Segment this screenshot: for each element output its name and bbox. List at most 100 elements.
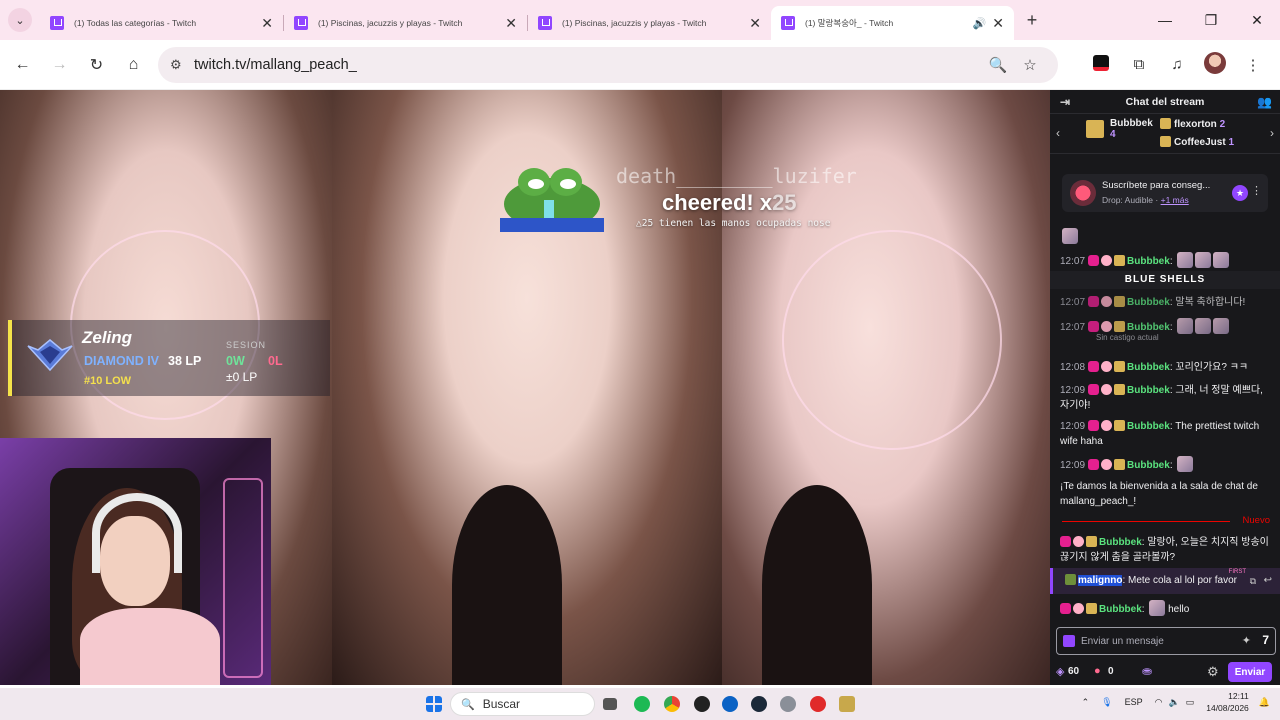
notification-bell-icon[interactable]: 🔔 [1259, 697, 1270, 708]
chat-emote-line [1060, 228, 1272, 245]
emote-picker-icon[interactable]: 7 [1262, 633, 1269, 647]
gifter-name: CoffeeJust [1174, 137, 1226, 148]
more-options-icon[interactable]: ⋮ [1251, 184, 1262, 197]
chat-input-box[interactable]: ✦ 7 [1056, 627, 1276, 655]
extensions-puzzle-icon[interactable]: ⧉ [1120, 56, 1158, 73]
chat-message-input[interactable] [1081, 632, 1231, 650]
gift-shop-icon[interactable]: ⛂ [1142, 664, 1152, 678]
bookmark-star-icon[interactable]: ☆ [1014, 56, 1046, 74]
chat-username[interactable]: Bubbbek [1127, 362, 1170, 373]
twitch-favicon-icon [538, 16, 552, 30]
extension-icon[interactable] [1082, 54, 1120, 75]
url-text[interactable]: twitch.tv/mallang_peach_ [194, 57, 982, 73]
heart-badge-icon [1101, 255, 1113, 266]
app-icon[interactable] [722, 696, 738, 712]
heart-badge-icon [1073, 603, 1084, 614]
gifter-name: Bubbbek [1110, 118, 1153, 129]
zoom-icon[interactable]: 🔍 [982, 56, 1014, 74]
more-link[interactable]: +1 más [1161, 195, 1189, 205]
bits-count[interactable]: 0 [1108, 666, 1114, 677]
gifter-item[interactable]: flexorton 2 [1160, 118, 1225, 130]
channel-points-icon[interactable]: ◈ [1056, 665, 1064, 678]
app-red-icon[interactable] [810, 696, 826, 712]
battery-icon[interactable]: ▭ [1186, 697, 1195, 708]
bits-icon[interactable]: ● [1094, 665, 1101, 677]
first-tag: FIRST [1228, 569, 1246, 575]
sparkle-icon[interactable]: ✦ [1242, 634, 1251, 647]
language-indicator[interactable]: ESP [1125, 697, 1143, 707]
chat-username[interactable]: Bubbbek [1127, 460, 1170, 471]
gift-icon [1160, 118, 1171, 129]
chrome-icon[interactable] [664, 696, 680, 712]
browser-tab-active[interactable]: (1) 말랑복숭아_ - Twitch 🔊 ✕ [771, 6, 1014, 40]
cheer-alert: cheered! x25 [662, 190, 797, 216]
league-icon[interactable] [839, 696, 855, 712]
tab-close-icon[interactable]: ✕ [992, 15, 1004, 32]
channel-points[interactable]: 60 [1068, 666, 1079, 677]
chat-username[interactable]: Bubbbek [1099, 537, 1142, 548]
highlighted-chat-message[interactable]: malignno: Mete cola al lol por favor FIR… [1050, 568, 1280, 594]
speaker-icon[interactable]: 🔊 [973, 17, 987, 30]
browser-tab[interactable]: (1) Todas las categorías - Twitch ✕ [40, 6, 283, 40]
tab-close-icon[interactable]: ✕ [749, 15, 761, 32]
close-window-icon[interactable]: ✕ [1234, 0, 1280, 40]
media-control-icon[interactable]: ♫ [1158, 56, 1196, 73]
collapse-chat-icon[interactable]: ⇥ [1060, 95, 1070, 109]
gifter-top[interactable]: Bubbbek 4 [1086, 118, 1153, 140]
copy-icon[interactable]: ⧉ [1250, 576, 1256, 587]
taskbar-search[interactable]: 🔍 Buscar [450, 692, 595, 716]
subscribe-drop-card[interactable]: Suscríbete para conseg... Drop: Audible … [1062, 174, 1268, 212]
gift-badge-icon [1114, 420, 1126, 431]
rank-lp: 38 LP [168, 354, 202, 368]
restore-icon[interactable]: ❐ [1188, 0, 1234, 40]
community-icon[interactable]: 👥 [1257, 95, 1272, 109]
chevron-left-icon[interactable]: ‹ [1056, 126, 1060, 140]
tab-close-icon[interactable]: ✕ [261, 15, 273, 32]
chat-footer: ◈ 60 ● 0 ⛂ ⚙ Enviar [1050, 662, 1280, 682]
chat-username[interactable]: Bubbbek [1127, 421, 1170, 432]
minimize-icon[interactable]: — [1142, 0, 1188, 40]
chevron-down-icon: ⌄ [8, 8, 32, 32]
subscribe-star-icon[interactable]: ★ [1232, 185, 1248, 201]
wifi-icon[interactable]: ◠ [1155, 697, 1163, 708]
webcam-overlay [0, 438, 271, 685]
browser-tab[interactable]: (1) Piscinas, jacuzzis y playas - Twitch… [528, 6, 771, 40]
github-icon[interactable] [694, 696, 710, 712]
steam-icon[interactable] [751, 696, 767, 712]
chat-username[interactable]: Bubbbek [1127, 385, 1170, 396]
reload-button[interactable]: ↻ [78, 55, 115, 75]
clock-time: 12:11 [1228, 691, 1249, 701]
tray-overflow-icon[interactable]: ⌃ [1082, 697, 1090, 708]
chat-username[interactable]: malignno [1078, 575, 1123, 586]
chat-settings-icon[interactable]: ⚙ [1207, 664, 1219, 680]
profile-avatar[interactable] [1196, 51, 1234, 78]
home-button[interactable]: ⌂ [115, 56, 152, 74]
back-button[interactable]: ← [4, 56, 41, 74]
menu-kebab-icon[interactable]: ⋮ [1234, 56, 1272, 74]
spotify-icon[interactable] [634, 696, 650, 712]
task-view-icon[interactable] [603, 698, 617, 710]
chat-username[interactable]: Bubbbek [1127, 256, 1170, 267]
windows-start-icon[interactable] [426, 696, 442, 712]
system-clock[interactable]: 12:11 14/08/2026 [1206, 690, 1249, 714]
microphone-icon[interactable]: 🎙 [1101, 697, 1112, 708]
twitch-favicon-icon [781, 16, 795, 30]
new-tab-button[interactable]: + [1014, 10, 1050, 31]
tab-close-icon[interactable]: ✕ [505, 15, 517, 32]
browser-tab[interactable]: (1) Piscinas, jacuzzis y playas - Twitch… [284, 6, 527, 40]
settings-icon[interactable] [780, 696, 796, 712]
chat-username[interactable]: Bubbbek [1127, 297, 1170, 308]
site-info-icon[interactable]: ⚙ [170, 57, 194, 73]
chat-badge-icon[interactable] [1063, 635, 1075, 647]
forward-button[interactable]: → [41, 56, 78, 74]
video-player[interactable]: death________luzifer cheered! x25 △25 ti… [0, 90, 1050, 685]
tab-search-button[interactable]: ⌄ [0, 0, 40, 40]
address-bar[interactable]: ⚙ twitch.tv/mallang_peach_ 🔍 ☆ [158, 46, 1058, 83]
reply-icon[interactable]: ↩ [1264, 575, 1272, 586]
chat-username[interactable]: Bubbbek [1099, 604, 1142, 615]
tab-title: (1) Piscinas, jacuzzis y playas - Twitch [318, 18, 463, 28]
gifter-item[interactable]: CoffeeJust 1 [1160, 136, 1234, 148]
chevron-right-icon[interactable]: › [1270, 126, 1274, 140]
send-button[interactable]: Enviar [1228, 662, 1272, 682]
volume-icon[interactable]: 🔈 [1169, 697, 1180, 708]
